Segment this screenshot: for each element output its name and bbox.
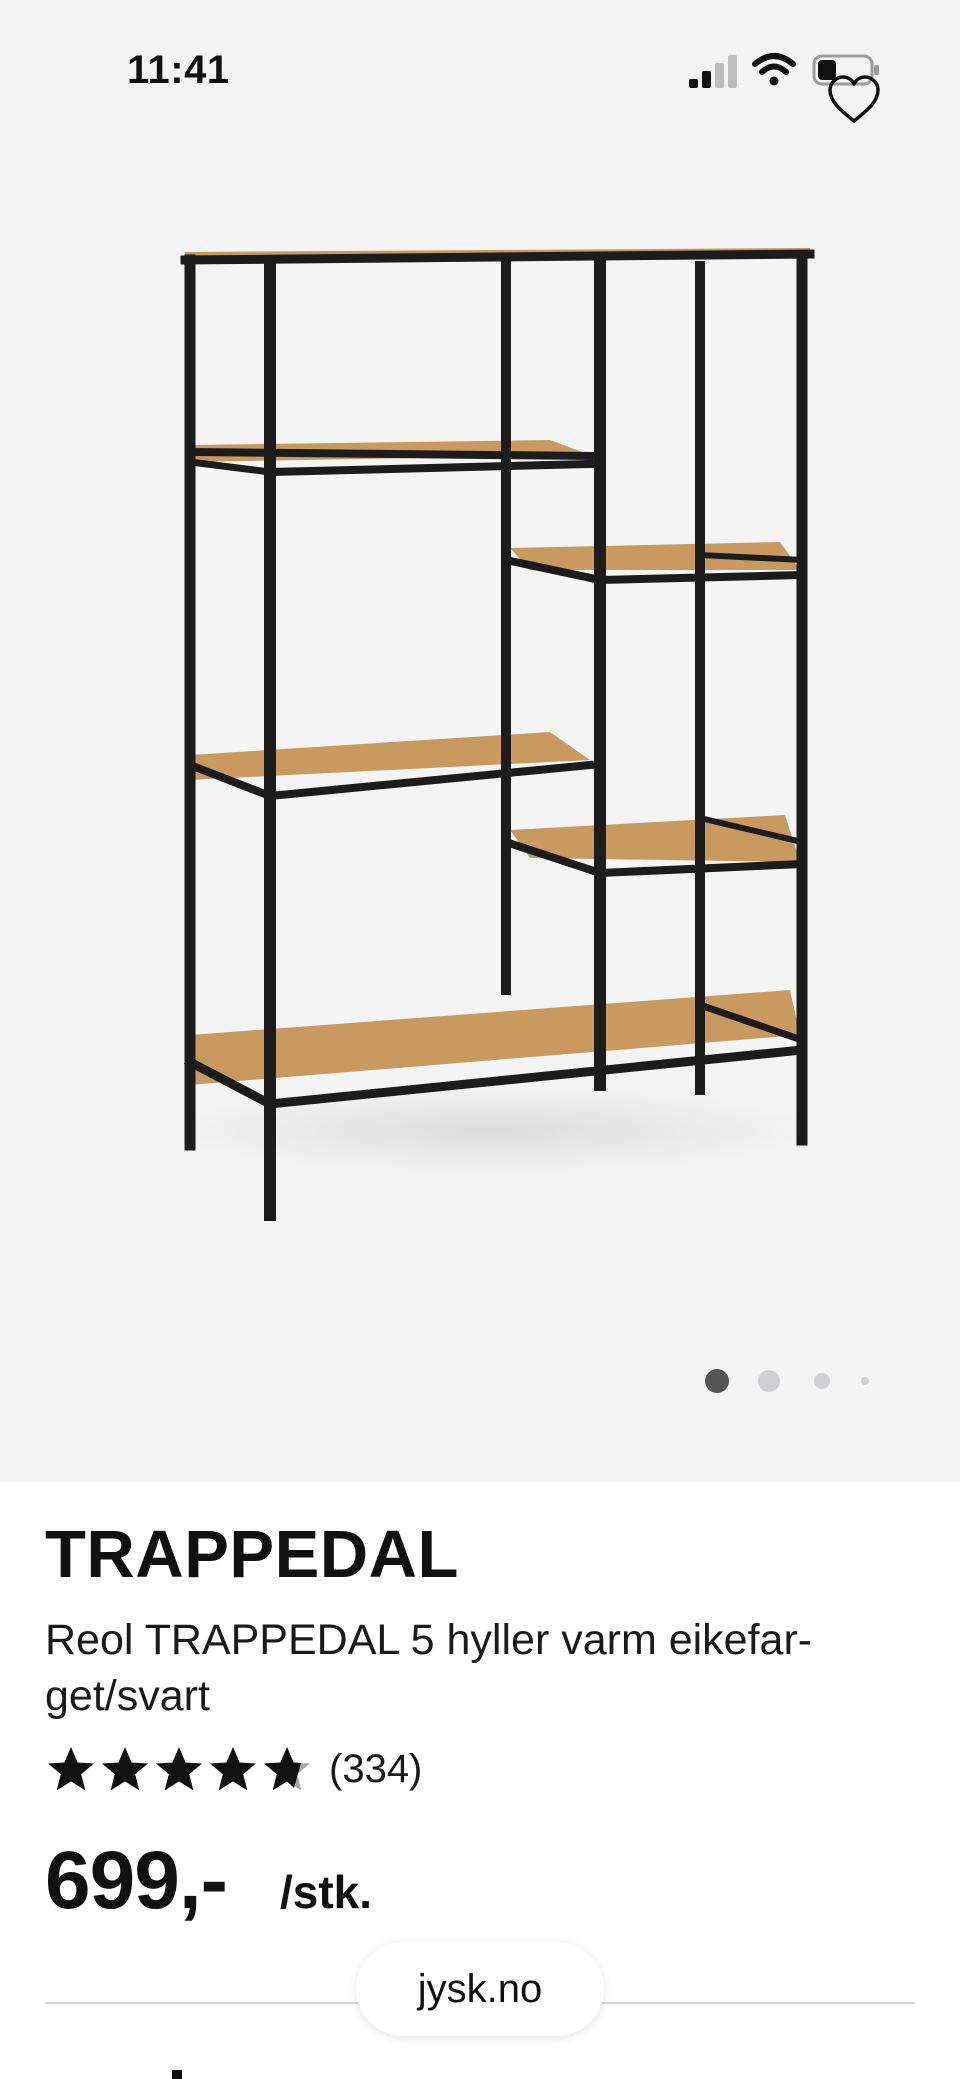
product-title: Reol TRAPPEDAL 5 hyller varm eikefar-get…	[45, 1616, 813, 1720]
heart-icon[interactable]	[826, 74, 882, 126]
gallery-pagination	[700, 1368, 880, 1393]
price-unit: /stk.	[280, 1866, 373, 1918]
star-icon	[156, 1747, 202, 1791]
wifi-icon	[752, 53, 796, 86]
status-time: 11:41	[127, 48, 230, 92]
rating-stars	[45, 1744, 315, 1794]
product-price: 699,-	[45, 1835, 228, 1926]
pagination-dot[interactable]	[861, 1377, 869, 1385]
shelf-boards	[185, 248, 810, 1085]
pagination-dot-active[interactable]	[705, 1369, 729, 1393]
pagination-dot[interactable]	[814, 1373, 830, 1389]
signal-icon	[689, 55, 737, 88]
product-gallery[interactable]: 11:41	[0, 0, 960, 1482]
status-bar: 11:41	[0, 0, 960, 140]
star-icon	[210, 1747, 256, 1791]
product-image	[160, 248, 820, 1221]
star-icon	[102, 1747, 148, 1791]
next-section-heading	[172, 2070, 182, 2079]
star-half-icon	[264, 1747, 310, 1791]
product-brand: TRAPPEDAL	[45, 1517, 459, 1592]
pagination-dot[interactable]	[758, 1370, 780, 1392]
star-icon	[48, 1747, 94, 1791]
browser-url-bar[interactable]: jysk.no	[356, 1942, 604, 2036]
review-count: (334)	[329, 1746, 423, 1791]
product-rating[interactable]: (334)	[45, 1744, 422, 1794]
